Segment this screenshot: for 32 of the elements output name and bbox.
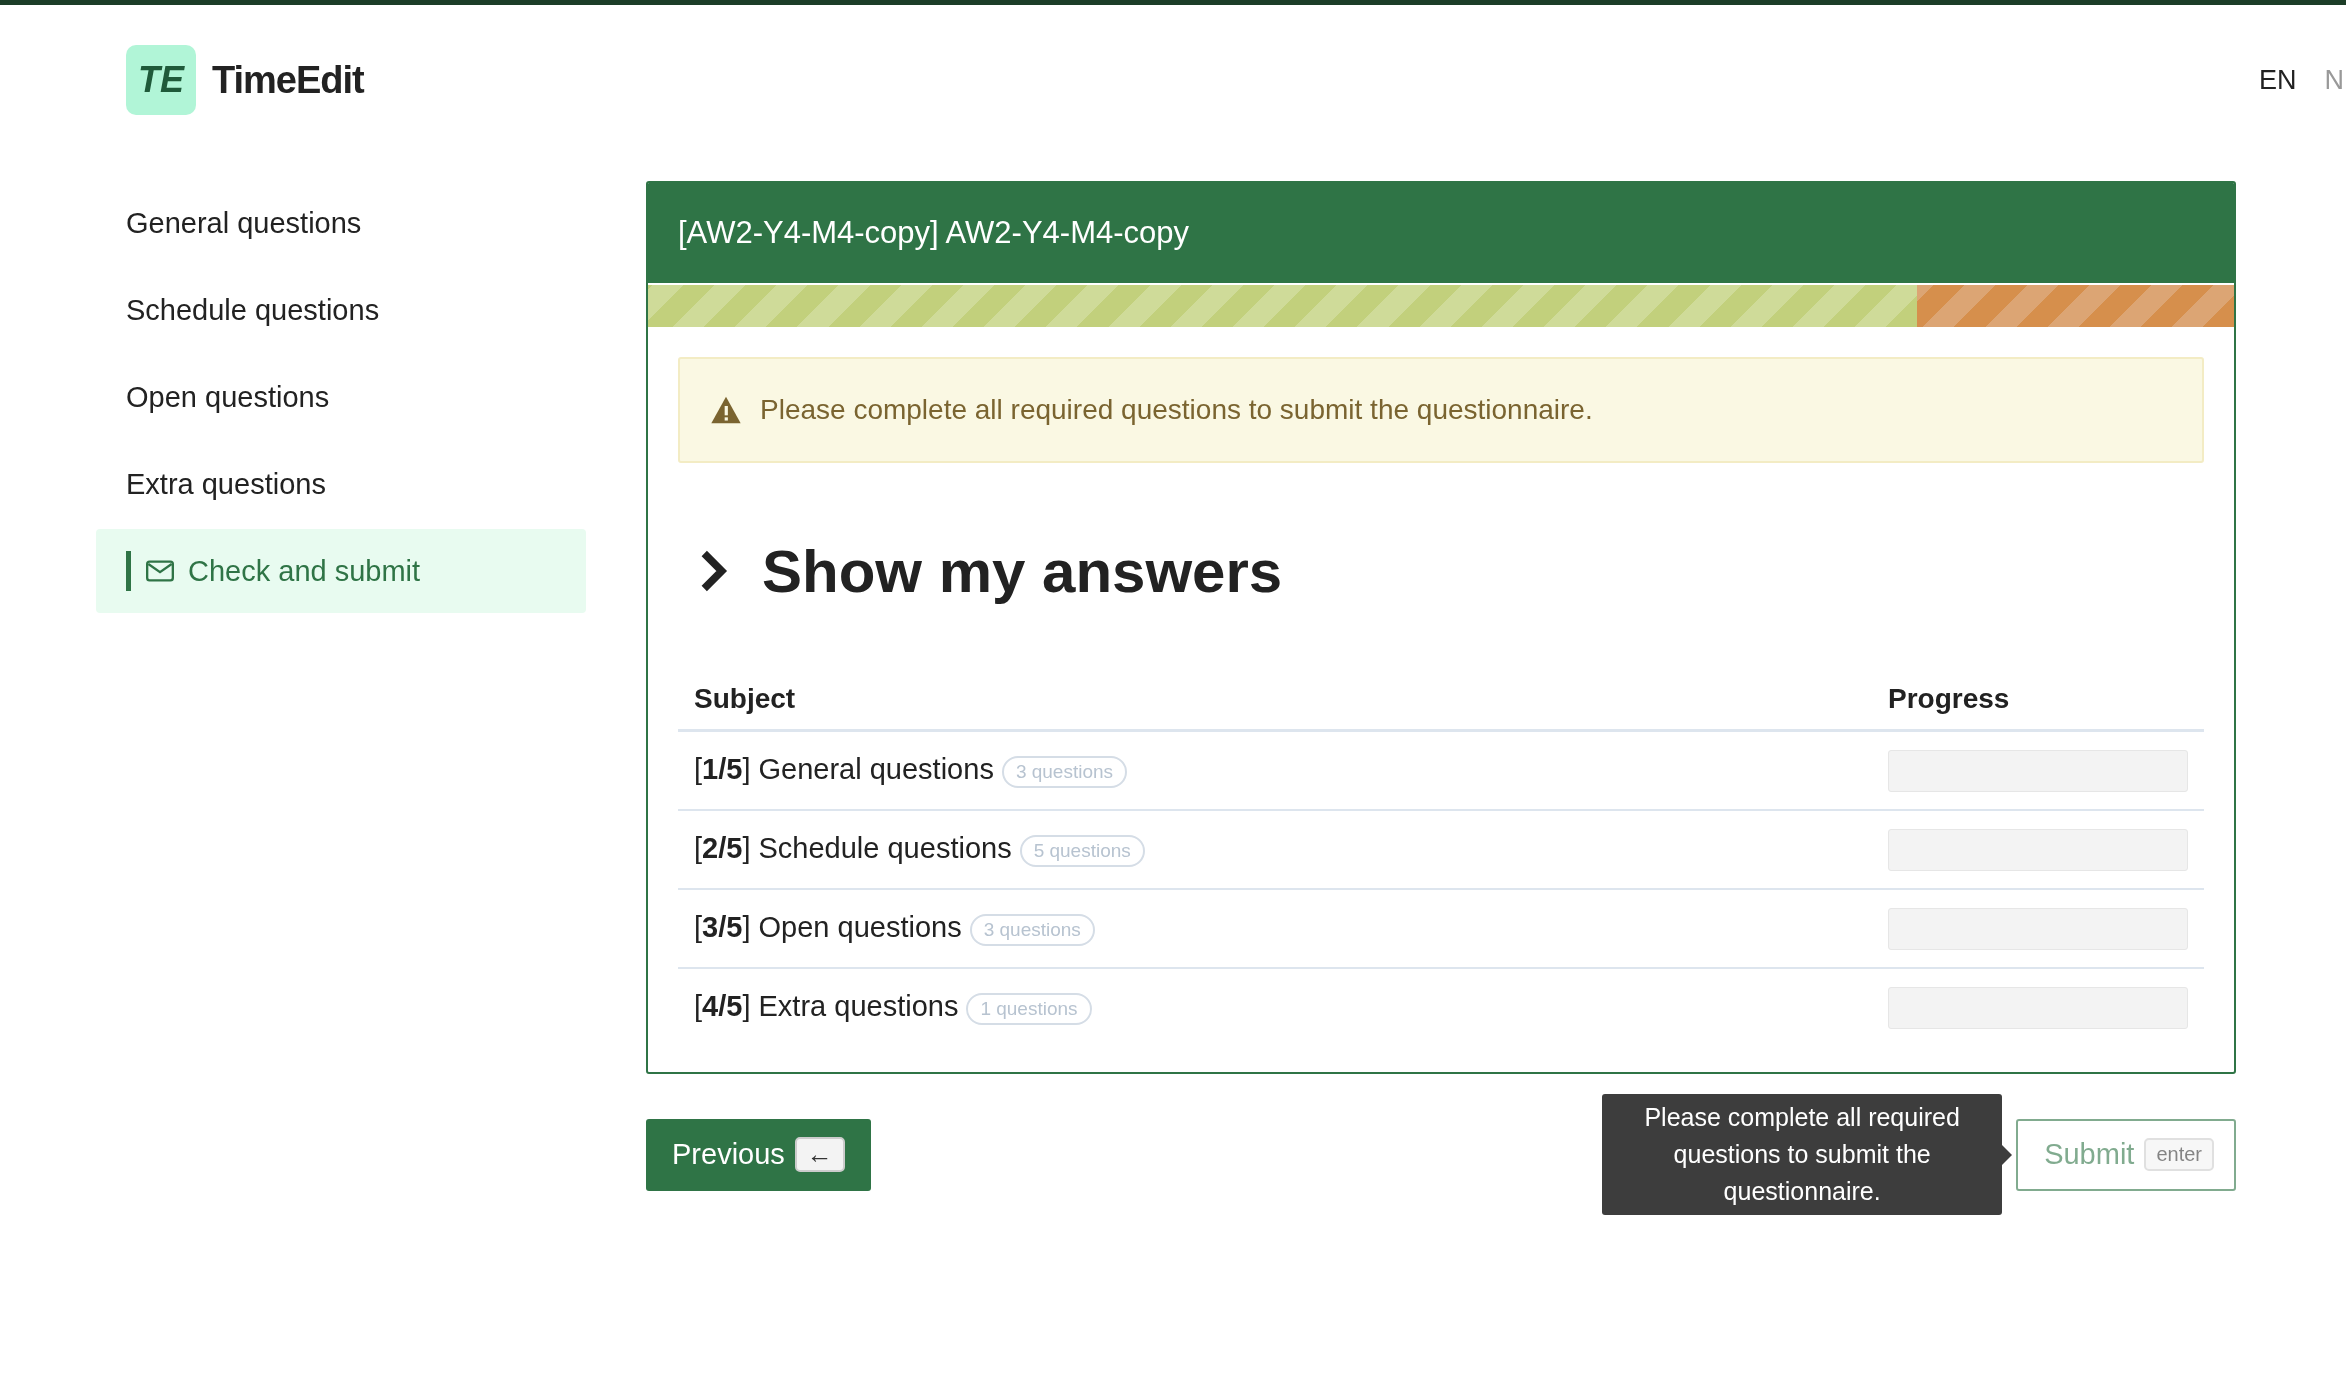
question-count: 3 questions — [969, 913, 1095, 946]
sidebar-item[interactable]: Schedule questions — [96, 268, 586, 352]
alert-text: Please complete all required questions to submit the questionnaire. — [760, 394, 1593, 426]
question-count: 3 questions — [1001, 755, 1128, 788]
subject-name: [2/5] Schedule questions — [694, 832, 1012, 865]
sidebar-item-label: Extra questions — [126, 467, 326, 501]
question-count: 1 questions — [966, 992, 1092, 1025]
section-toggle[interactable]: Show my answers — [678, 491, 2204, 651]
sidebar-item-label: General questions — [126, 206, 362, 240]
envelope-icon — [146, 560, 174, 582]
column-header: Subject — [678, 671, 1872, 731]
sidebar-item-label: Schedule questions — [126, 293, 380, 327]
language-option[interactable]: EN — [2259, 64, 2297, 96]
key-hint: ← — [794, 1137, 845, 1172]
sidebar-item[interactable]: Check and submit — [96, 529, 586, 613]
subject-name: [4/5] Extra questions — [694, 990, 959, 1023]
sidebar-item[interactable]: Extra questions — [96, 442, 586, 526]
subject-name: [3/5] Open questions — [694, 911, 962, 944]
column-header: Progress — [1872, 671, 2204, 731]
subject-name: [1/5] General questions — [694, 753, 994, 786]
sidebar-item[interactable]: General questions — [96, 181, 586, 265]
warning-icon — [710, 395, 742, 425]
sidebar-item-label: Open questions — [126, 380, 330, 414]
sidebar-item-label: Check and submit — [188, 554, 421, 588]
question-count: 5 questions — [1019, 834, 1145, 867]
tooltip-text: Please complete all required questions to submit the questionnaire. — [1644, 1103, 1960, 1205]
logo-icon: TE — [126, 45, 196, 115]
key-hint: enter — [2144, 1138, 2214, 1171]
previous-button[interactable]: Previous ← — [646, 1118, 871, 1191]
card-title: [AW2-Y4-M4-copy] AW2-Y4-M4-copy — [678, 215, 1190, 251]
brand-name: TimeEdit — [212, 58, 364, 102]
sidebar-item[interactable]: Open questions — [96, 355, 586, 439]
